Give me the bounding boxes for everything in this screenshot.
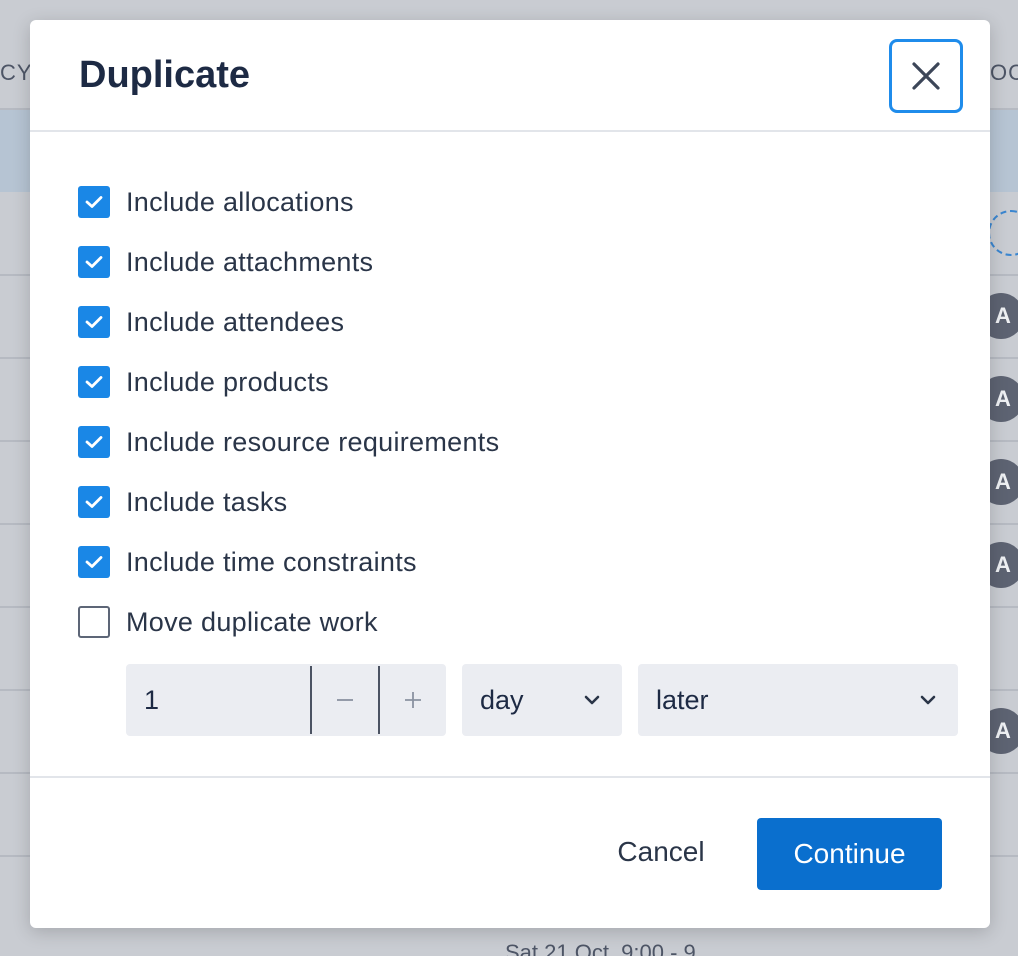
- option-label: Include time constraints: [126, 546, 417, 577]
- increment-button[interactable]: [378, 666, 446, 734]
- close-icon: [912, 62, 940, 90]
- offset-amount-stepper: 1: [126, 664, 446, 736]
- checkbox[interactable]: [78, 186, 110, 218]
- offset-unit-select[interactable]: day: [462, 664, 622, 736]
- decrement-button[interactable]: [310, 666, 378, 734]
- cancel-button[interactable]: Cancel: [596, 816, 726, 888]
- offset-direction-value: later: [656, 684, 709, 715]
- option-label: Include resource requirements: [126, 426, 500, 457]
- dialog-header: Duplicate: [30, 20, 990, 132]
- option-include-tasks[interactable]: Include tasks: [78, 472, 499, 532]
- dialog-footer: Cancel Continue: [30, 776, 990, 928]
- checkbox[interactable]: [78, 366, 110, 398]
- checkmark-icon: [85, 316, 103, 328]
- checkmark-icon: [85, 496, 103, 508]
- checkmark-icon: [85, 256, 103, 268]
- duplicate-dialog: Duplicate Include allocations Include at…: [30, 20, 990, 928]
- background-row-text: Sat 21 Oct, 9:00 - 9: [505, 940, 696, 956]
- option-label: Include attachments: [126, 246, 374, 277]
- checkmark-icon: [85, 436, 103, 448]
- offset-unit-value: day: [480, 684, 524, 715]
- offset-amount-input[interactable]: 1: [126, 664, 310, 736]
- checkbox[interactable]: [78, 306, 110, 338]
- option-label: Include attendees: [126, 306, 345, 337]
- background-empty-avatar-slot: [988, 210, 1018, 256]
- checkbox[interactable]: [78, 606, 110, 638]
- checkbox[interactable]: [78, 486, 110, 518]
- offset-direction-select[interactable]: later: [638, 664, 958, 736]
- checkbox[interactable]: [78, 546, 110, 578]
- checkmark-icon: [85, 196, 103, 208]
- minus-icon: [337, 699, 353, 701]
- option-include-resource-requirements[interactable]: Include resource requirements: [78, 412, 499, 472]
- option-label: Include tasks: [126, 486, 288, 517]
- close-button[interactable]: [889, 39, 963, 113]
- chevron-down-icon: [920, 695, 936, 705]
- checkbox[interactable]: [78, 426, 110, 458]
- option-include-time-constraints[interactable]: Include time constraints: [78, 532, 499, 592]
- option-include-attachments[interactable]: Include attachments: [78, 232, 499, 292]
- continue-button[interactable]: Continue: [757, 818, 942, 890]
- option-label: Include products: [126, 366, 329, 397]
- duplicate-options-list: Include allocations Include attachments …: [78, 172, 499, 652]
- option-include-products[interactable]: Include products: [78, 352, 499, 412]
- option-label: Move duplicate work: [126, 606, 378, 637]
- option-label: Include allocations: [126, 186, 354, 217]
- checkmark-icon: [85, 376, 103, 388]
- checkbox[interactable]: [78, 246, 110, 278]
- chevron-down-icon: [584, 695, 600, 705]
- option-move-duplicate-work[interactable]: Move duplicate work: [78, 592, 499, 652]
- background-column-header-left: CY: [0, 60, 33, 85]
- background-column-header-right: OCA: [990, 60, 1018, 85]
- plus-icon: [405, 692, 421, 708]
- checkmark-icon: [85, 556, 103, 568]
- option-include-allocations[interactable]: Include allocations: [78, 172, 499, 232]
- option-include-attendees[interactable]: Include attendees: [78, 292, 499, 352]
- dialog-title: Duplicate: [79, 54, 251, 96]
